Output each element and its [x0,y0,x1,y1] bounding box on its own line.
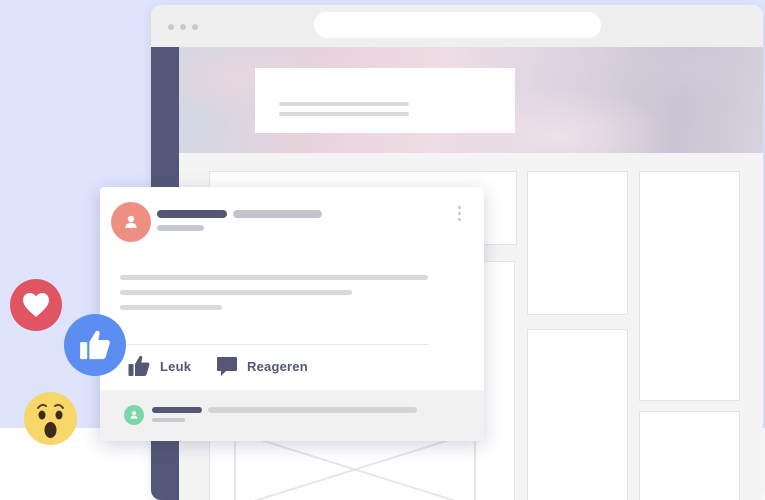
author-meta-placeholder [233,210,322,218]
comment-button[interactable]: Reageren [216,350,308,382]
comment-row [100,390,484,441]
more-options-icon[interactable] [456,206,462,224]
user-icon [125,215,137,228]
comment-label: Reageren [247,358,308,374]
content-tile [639,411,740,500]
post-text-line [120,305,222,310]
user-icon [130,411,138,419]
post-card: Leuk Reageren [100,187,484,441]
post-divider [120,344,428,345]
banner-placeholder-card [255,68,515,133]
address-bar[interactable] [314,12,601,38]
comment-text-placeholder[interactable] [208,407,417,413]
commenter-avatar[interactable] [124,405,144,425]
like-label: Leuk [160,358,192,374]
window-dot-icon [180,24,186,30]
placeholder-line [279,112,409,116]
cover-banner [179,47,763,153]
placeholder-line [279,102,409,106]
comment-bubble-icon [217,357,237,376]
thumbs-up-icon [80,330,110,360]
comment-meta-placeholder [152,418,185,422]
like-button[interactable]: Leuk [127,350,191,382]
author-name-placeholder [157,210,227,218]
wow-face-icon [37,403,64,438]
user-avatar[interactable] [111,202,151,242]
content-tile [639,171,740,401]
like-reaction[interactable] [64,314,126,376]
post-time-placeholder [157,225,204,231]
thumbs-up-icon [128,355,150,376]
post-text-line [120,275,428,280]
browser-titlebar [151,5,763,48]
wow-reaction[interactable] [24,392,77,445]
heart-reaction[interactable] [10,279,62,331]
window-dot-icon [168,24,174,30]
commenter-name-placeholder [152,407,202,413]
post-text-line [120,290,352,295]
heart-icon [23,293,49,317]
content-tile [527,171,628,315]
content-tile [527,329,628,500]
window-dot-icon [192,24,198,30]
